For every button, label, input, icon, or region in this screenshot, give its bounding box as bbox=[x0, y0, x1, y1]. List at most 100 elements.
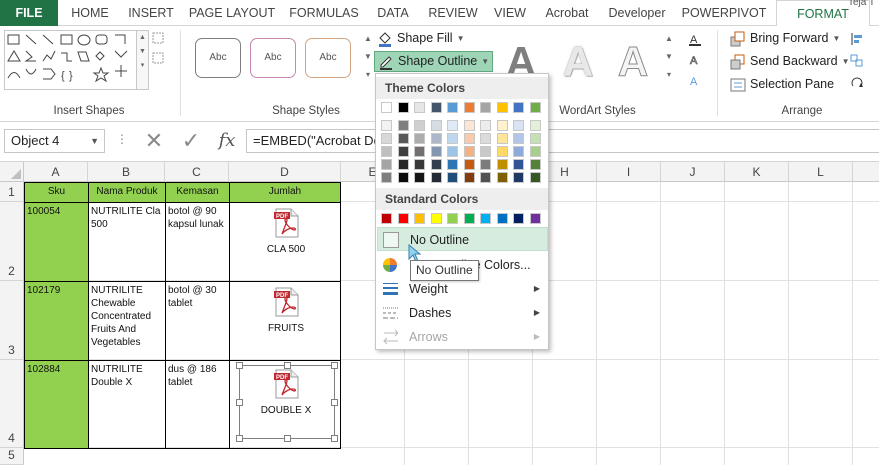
theme-shade-swatch[interactable] bbox=[496, 159, 508, 170]
theme-shade-swatch[interactable] bbox=[381, 146, 392, 157]
theme-shade-swatch[interactable] bbox=[447, 172, 458, 183]
tab-data[interactable]: DATA bbox=[368, 0, 418, 26]
theme-shade-swatch[interactable] bbox=[447, 146, 458, 157]
theme-shade-swatch[interactable] bbox=[430, 159, 442, 170]
object-selection-frame[interactable] bbox=[239, 365, 335, 439]
theme-shade-swatch[interactable] bbox=[447, 159, 458, 170]
align-icon[interactable] bbox=[850, 32, 864, 46]
resize-handle[interactable] bbox=[331, 435, 338, 442]
tab-view[interactable]: VIEW bbox=[488, 0, 532, 26]
tab-powerpivot[interactable]: POWERPIVOT bbox=[676, 0, 772, 26]
name-box[interactable]: Object 4 ▼ bbox=[4, 129, 105, 153]
text-box-icon[interactable] bbox=[152, 52, 164, 64]
wordart-style-2[interactable]: A bbox=[555, 38, 601, 86]
wordart-styles-scroll[interactable]: ▲ ▼ ▾ bbox=[664, 30, 674, 90]
theme-shade-swatch[interactable] bbox=[397, 133, 409, 144]
tab-formulas[interactable]: FORMULAS bbox=[284, 0, 364, 26]
theme-shade-swatch[interactable] bbox=[513, 120, 524, 131]
wordart-style-3[interactable]: A bbox=[610, 38, 656, 86]
table-cell-sku[interactable]: 102179 bbox=[24, 281, 89, 361]
tab-acrobat[interactable]: Acrobat bbox=[536, 0, 598, 26]
theme-shade-swatch[interactable] bbox=[529, 146, 541, 157]
table-cell-sku[interactable]: 100054 bbox=[24, 202, 89, 282]
theme-shade-swatch[interactable] bbox=[397, 159, 409, 170]
theme-shade-swatch[interactable] bbox=[430, 172, 442, 183]
shape-style-preset-3[interactable]: Abc bbox=[305, 38, 351, 78]
theme-color-swatch[interactable] bbox=[496, 102, 508, 113]
table-cell-pack[interactable]: dus @ 186 tablet bbox=[165, 360, 230, 449]
table-header-product[interactable]: Nama Produk bbox=[88, 182, 166, 203]
theme-shade-swatch[interactable] bbox=[463, 133, 475, 144]
column-header-k[interactable]: K bbox=[725, 162, 789, 182]
theme-shade-swatch[interactable] bbox=[447, 120, 458, 131]
theme-shade-swatch[interactable] bbox=[529, 133, 541, 144]
rotate-icon[interactable] bbox=[850, 76, 864, 90]
resize-handle[interactable] bbox=[284, 435, 291, 442]
theme-color-swatch[interactable] bbox=[513, 102, 524, 113]
theme-color-swatch[interactable] bbox=[414, 102, 425, 113]
text-outline-icon[interactable]: A bbox=[688, 53, 702, 67]
resize-handle[interactable] bbox=[331, 399, 338, 406]
theme-color-swatch[interactable] bbox=[397, 102, 409, 113]
theme-shade-swatch[interactable] bbox=[496, 120, 508, 131]
theme-shade-swatch[interactable] bbox=[463, 120, 475, 131]
shapes-gallery-scroll[interactable]: ▲ ▼ ▾ bbox=[137, 30, 149, 90]
theme-shade-swatch[interactable] bbox=[463, 172, 475, 183]
theme-shade-swatch[interactable] bbox=[529, 120, 541, 131]
theme-shade-swatch[interactable] bbox=[430, 133, 442, 144]
text-fill-icon[interactable]: A bbox=[688, 32, 702, 46]
column-header-i[interactable]: I bbox=[597, 162, 661, 182]
send-backward-button[interactable]: Send Backward ▼ bbox=[730, 51, 849, 72]
table-cell-pack[interactable]: botol @ 30 tablet bbox=[165, 281, 230, 361]
standard-color-swatch[interactable] bbox=[529, 213, 541, 224]
theme-shade-swatch[interactable] bbox=[496, 146, 508, 157]
arrows-item[interactable]: Arrows ▶ bbox=[377, 325, 548, 349]
standard-color-swatch[interactable] bbox=[397, 213, 409, 224]
theme-color-swatch[interactable] bbox=[447, 102, 458, 113]
tab-insert[interactable]: INSERT bbox=[122, 0, 180, 26]
text-effects-icon[interactable]: A bbox=[688, 74, 702, 88]
cancel-icon[interactable]: ✕ bbox=[141, 128, 167, 154]
standard-color-swatch[interactable] bbox=[447, 213, 458, 224]
theme-shade-swatch[interactable] bbox=[397, 172, 409, 183]
row-header-2[interactable]: 2 bbox=[0, 202, 24, 281]
table-header-pack[interactable]: Kemasan bbox=[165, 182, 230, 203]
bring-forward-button[interactable]: Bring Forward ▼ bbox=[730, 28, 840, 49]
resize-handle[interactable] bbox=[284, 362, 291, 369]
theme-shade-swatch[interactable] bbox=[381, 159, 392, 170]
shape-style-preset-1[interactable]: Abc bbox=[195, 38, 241, 78]
theme-shade-swatch[interactable] bbox=[513, 146, 524, 157]
row-header-3[interactable]: 3 bbox=[0, 281, 24, 360]
edit-shape-icon[interactable] bbox=[152, 32, 164, 44]
theme-shade-swatch[interactable] bbox=[480, 146, 491, 157]
theme-color-swatch[interactable] bbox=[529, 102, 541, 113]
theme-shade-swatch[interactable] bbox=[414, 159, 425, 170]
table-cell-product[interactable]: NUTRILITE Chewable Concentrated Fruits A… bbox=[88, 281, 166, 361]
theme-shade-swatch[interactable] bbox=[381, 172, 392, 183]
shape-outline-button[interactable]: Shape Outline ▼ bbox=[374, 51, 494, 72]
theme-shade-swatch[interactable] bbox=[496, 172, 508, 183]
theme-color-swatch[interactable] bbox=[381, 102, 392, 113]
resize-handle[interactable] bbox=[236, 399, 243, 406]
select-all-button[interactable] bbox=[0, 162, 24, 182]
standard-color-swatch[interactable] bbox=[381, 213, 392, 224]
theme-shade-swatch[interactable] bbox=[397, 120, 409, 131]
theme-shade-swatch[interactable] bbox=[480, 159, 491, 170]
table-header-qty[interactable]: Jumlah bbox=[229, 182, 341, 203]
enter-icon[interactable]: ✓ bbox=[178, 128, 204, 154]
dashes-item[interactable]: Dashes ▶ bbox=[377, 301, 548, 325]
row-header-1[interactable]: 1 bbox=[0, 182, 24, 202]
embedded-pdf-object[interactable]: PDF FRUITS bbox=[256, 287, 316, 334]
theme-color-swatch[interactable] bbox=[430, 102, 442, 113]
standard-color-swatch[interactable] bbox=[430, 213, 442, 224]
row-header-5[interactable]: 5 bbox=[0, 448, 24, 465]
table-cell-pack[interactable]: botol @ 90 kapsul lunak bbox=[165, 202, 230, 282]
tab-file[interactable]: FILE bbox=[0, 0, 58, 26]
column-header-j[interactable]: J bbox=[661, 162, 725, 182]
group-objects-icon[interactable] bbox=[850, 54, 864, 68]
theme-shade-swatch[interactable] bbox=[480, 120, 491, 131]
row-header-4[interactable]: 4 bbox=[0, 360, 24, 448]
theme-shade-swatch[interactable] bbox=[381, 120, 392, 131]
resize-handle[interactable] bbox=[236, 362, 243, 369]
tab-review[interactable]: REVIEW bbox=[422, 0, 484, 26]
